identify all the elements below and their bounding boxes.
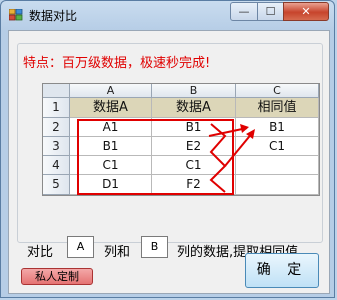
client-area: 特点：百万级数据，极速秒完成! A B C 1 数据A 数据A 相同值 2 A1… (8, 30, 330, 294)
title-bar: 数据对比 — ☐ ✕ (1, 1, 334, 29)
compare-prefix-label: 对比 (27, 245, 54, 260)
minimize-button[interactable]: — (230, 2, 258, 21)
column-b-input[interactable]: B (141, 236, 168, 258)
arrow-head-1 (240, 124, 249, 133)
window-title: 数据对比 (29, 9, 78, 23)
source-range-highlight (77, 119, 234, 195)
private-custom-button[interactable]: 私人定制 (21, 268, 93, 285)
arrow-line-2 (224, 131, 254, 167)
main-window: 数据对比 — ☐ ✕ 特点：百万级数据，极速秒完成! A B C 1 数据A 数… (0, 0, 335, 298)
compare-middle-label: 列和 (104, 245, 131, 260)
maximize-button[interactable]: ☐ (257, 2, 284, 21)
app-icon (9, 9, 23, 21)
feature-text: 特点：百万级数据，极速秒完成! (23, 56, 211, 71)
spreadsheet-preview: A B C 1 数据A 数据A 相同值 2 A1 B1 B1 3 B1 E2 C… (42, 83, 320, 196)
column-a-input[interactable]: A (67, 236, 94, 258)
close-button[interactable]: ✕ (283, 2, 329, 21)
compare-highlight-overlay (77, 119, 255, 195)
ok-button[interactable]: 确 定 (245, 253, 319, 288)
